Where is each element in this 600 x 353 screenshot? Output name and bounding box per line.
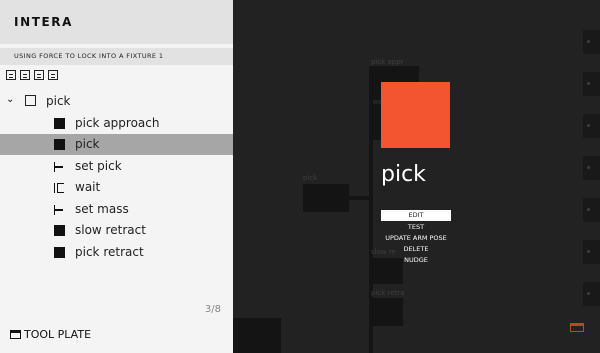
context-menu-title: pick [381,162,426,187]
tree-item-wait[interactable]: wait [0,177,233,198]
tool-plate-icon [10,330,21,339]
tool-icon[interactable] [570,323,584,332]
container-icon [25,95,36,106]
context-menu: EDIT TEST UPDATE ARM POSE DELETE NUDGE [381,210,451,266]
set-icon [54,162,66,172]
tree-item-label: set pick [75,159,122,173]
tree-item-label: pick retract [75,245,144,259]
tree-item-slow-retract[interactable]: slow retract [0,220,233,241]
tree-item-pick-approach[interactable]: pick approach [0,113,233,134]
tree-item-label: slow retract [75,223,146,237]
nudge-button[interactable]: NUDGE [381,255,451,266]
page-counter: 3/8 [204,304,221,315]
mode-toolbar [6,70,58,82]
edit-button[interactable]: EDIT [381,210,451,221]
block-mode-icon[interactable] [20,70,30,80]
tree-item-label: pick approach [75,116,160,130]
tree-item-pick[interactable]: pick [0,134,233,155]
task-title-bar[interactable]: USING FORCE TO LOCK INTO A FIXTURE 1 [0,48,233,65]
tree-item-label: set mass [75,202,129,216]
block-icon [54,139,65,150]
tool-plate-label: TOOL PLATE [24,328,92,341]
wait-icon [54,183,66,193]
set-icon [54,205,66,215]
brand-title: INTERA [14,15,74,29]
test-button[interactable]: TEST [381,222,451,233]
block-icon [54,118,65,129]
tree-root-label: pick [46,94,71,108]
tree-item-set-mass[interactable]: set mass [0,199,233,220]
loop-mode-icon[interactable] [34,70,44,80]
chevron-down-icon[interactable]: ⌄ [6,94,14,105]
block-icon [54,225,65,236]
edit-mode-icon[interactable] [48,70,58,80]
block-icon [54,247,65,258]
tree-item-label: wait [75,180,101,194]
tree-item-label: pick [75,137,100,151]
brand-header: INTERA [0,0,233,44]
tree-item-set-pick[interactable]: set pick [0,156,233,177]
tree-root-pick[interactable]: ⌄ pick [0,92,233,110]
update-arm-pose-button[interactable]: UPDATE ARM POSE [381,233,451,244]
task-title: USING FORCE TO LOCK INTO A FIXTURE 1 [14,52,164,60]
list-mode-icon[interactable] [6,70,16,80]
behavior-canvas[interactable]: pick pick appr slow re pick retra pick E… [233,0,600,353]
selected-node-card [381,82,450,148]
tree-item-pick-retract[interactable]: pick retract [0,242,233,263]
delete-button[interactable]: DELETE [381,244,451,255]
behavior-sidebar: INTERA USING FORCE TO LOCK INTO A FIXTUR… [0,0,233,353]
